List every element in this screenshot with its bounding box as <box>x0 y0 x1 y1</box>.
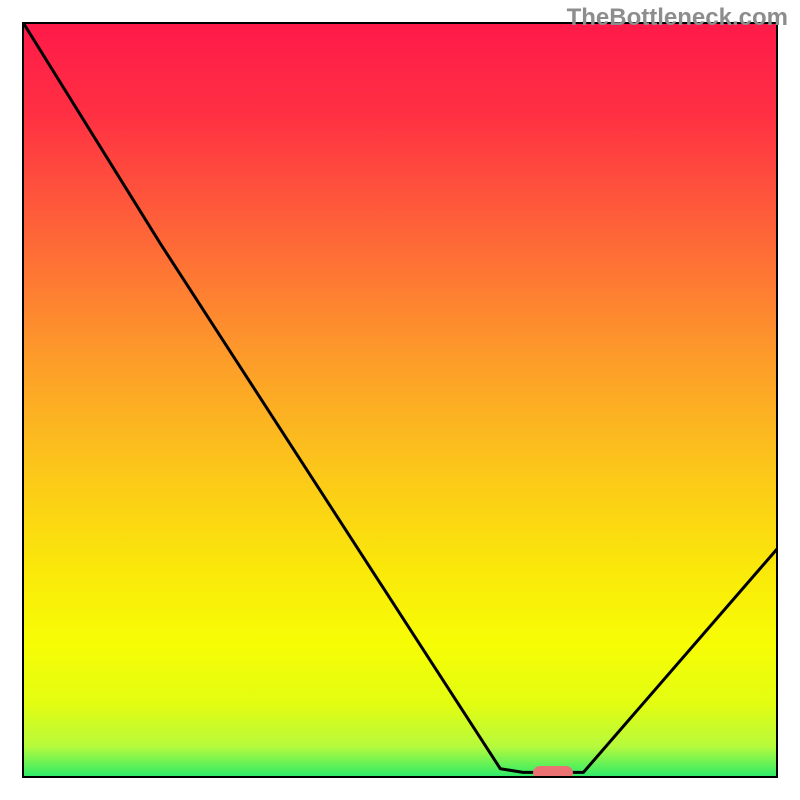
bottleneck-curve <box>24 24 778 778</box>
chart-area <box>22 22 778 778</box>
optimal-marker <box>533 766 573 778</box>
watermark-text: TheBottleneck.com <box>567 4 788 32</box>
